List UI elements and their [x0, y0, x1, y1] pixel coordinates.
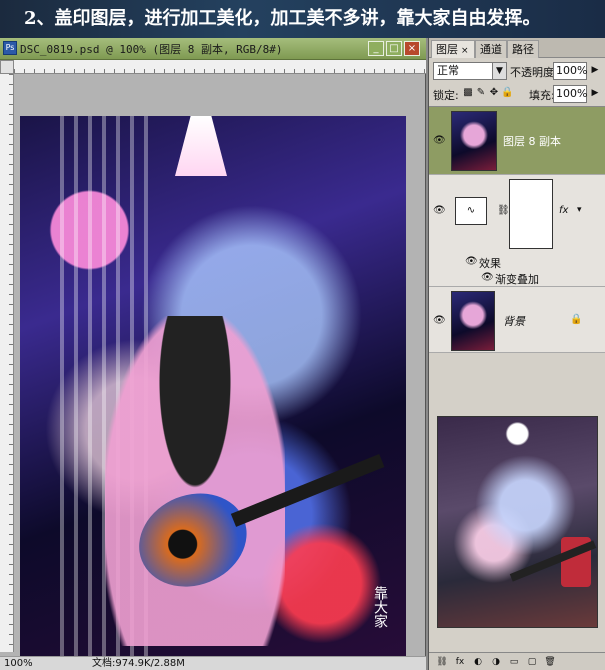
new-group-icon[interactable]: ▭: [507, 655, 521, 669]
document-titlebar[interactable]: Ps DSC_0819.psd @ 100% (图层 8 副本, RGB/8#)…: [0, 38, 426, 60]
vertical-ruler[interactable]: [0, 74, 14, 652]
tutorial-banner: 2、盖印图层，进行加工美化，加工美不多讲，靠大家自由发挥。: [0, 0, 605, 38]
fx-icon[interactable]: fx: [559, 205, 568, 216]
layers-panel: 图层 × 通道 路径 正常 ▼ 不透明度: 100% ▶ 锁定: ▩ ✎ ✥ 🔒 …: [428, 38, 605, 670]
tab-layers[interactable]: 图层 ×: [431, 40, 475, 58]
layer-thumbnail: [451, 111, 497, 171]
blend-mode-value: 正常: [437, 64, 459, 77]
status-bar: 100% 文档:974.9K/2.88M: [0, 656, 426, 670]
tab-channels[interactable]: 通道: [475, 40, 507, 58]
lock-icon: 🔒: [570, 314, 583, 325]
layers-footer: ⛓ fx ◐ ◑ ▭ ▢ 🗑: [429, 652, 605, 670]
new-layer-icon[interactable]: ▢: [525, 655, 539, 669]
adjustment-layer-icon[interactable]: ◑: [489, 655, 503, 669]
chevron-down-icon[interactable]: ▾: [577, 205, 582, 215]
trash-icon[interactable]: 🗑: [543, 655, 557, 669]
artwork: 靠大家: [20, 116, 406, 670]
fill-input[interactable]: 100%: [553, 85, 587, 103]
eye-icon[interactable]: 👁: [433, 315, 446, 327]
eye-icon[interactable]: 👁: [465, 256, 478, 268]
add-style-icon[interactable]: fx: [453, 655, 467, 669]
layer-item-adjustment[interactable]: 👁 ∿ ⛓ fx ▾ 👁 效果 👁 渐变叠加: [429, 175, 605, 287]
tab-layers-label: 图层: [436, 43, 458, 56]
layer-thumbnail: [451, 291, 495, 351]
gradient-overlay-label: 渐变叠加: [495, 273, 539, 286]
image-canvas[interactable]: 靠大家: [20, 116, 406, 670]
lock-label: 锁定:: [433, 89, 459, 102]
chevron-down-icon[interactable]: ▼: [492, 63, 506, 79]
zoom-level[interactable]: 100%: [4, 657, 33, 670]
psd-icon: Ps: [3, 41, 17, 55]
fill-label: 填充:: [529, 89, 555, 102]
link-layers-icon[interactable]: ⛓: [435, 655, 449, 669]
signature-watermark: 靠大家: [372, 586, 388, 628]
horizontal-ruler[interactable]: [14, 60, 426, 74]
lock-position-icon[interactable]: ✥: [488, 87, 500, 99]
lamp-shape: [175, 116, 227, 176]
effects-label: 效果: [479, 257, 501, 270]
lock-transparency-icon[interactable]: ▩: [462, 87, 474, 99]
preview-image: [437, 416, 598, 628]
lock-fill-row: 锁定: ▩ ✎ ✥ 🔒 填充: 100% ▶: [429, 84, 605, 104]
effects-row[interactable]: 👁 效果: [451, 255, 605, 270]
ruler-corner[interactable]: [0, 60, 14, 74]
blend-opacity-row: 正常 ▼ 不透明度: 100% ▶: [429, 60, 605, 82]
document-window: Ps DSC_0819.psd @ 100% (图层 8 副本, RGB/8#)…: [0, 38, 426, 670]
layer-name: 图层 8 副本: [503, 135, 561, 148]
panel-tabs: 图层 × 通道 路径: [429, 38, 605, 58]
document-size: 文档:974.9K/2.88M: [92, 658, 185, 669]
document-title: DSC_0819.psd @ 100% (图层 8 副本, RGB/8#): [20, 43, 283, 56]
opacity-input[interactable]: 100%: [553, 62, 587, 80]
opacity-arrow-icon[interactable]: ▶: [589, 62, 601, 80]
minimize-button[interactable]: _: [368, 41, 384, 56]
curves-adjustment-icon: ∿: [455, 197, 487, 225]
tab-paths[interactable]: 路径: [507, 40, 539, 58]
blend-mode-select[interactable]: 正常 ▼: [433, 62, 507, 80]
guitar-neck: [230, 453, 385, 527]
close-button[interactable]: ×: [404, 41, 420, 56]
chain-link-icon[interactable]: ⛓: [497, 205, 510, 216]
fill-arrow-icon[interactable]: ▶: [589, 85, 601, 103]
layer-name: 背景: [503, 315, 525, 328]
eye-icon[interactable]: 👁: [481, 272, 494, 284]
layer-item-top[interactable]: 👁 图层 8 副本: [429, 107, 605, 175]
tab-close-icon[interactable]: ×: [461, 46, 469, 56]
lock-all-icon[interactable]: 🔒: [501, 87, 513, 99]
opacity-label: 不透明度:: [510, 66, 558, 79]
eye-icon[interactable]: 👁: [433, 135, 446, 147]
eye-icon[interactable]: 👁: [433, 205, 446, 217]
gradient-overlay-row[interactable]: 👁 渐变叠加: [451, 271, 605, 286]
layer-item-background[interactable]: 👁 背景 🔒: [429, 287, 605, 353]
layer-mask-thumbnail[interactable]: [509, 179, 553, 249]
lock-pixels-icon[interactable]: ✎: [475, 87, 487, 99]
maximize-button[interactable]: □: [386, 41, 402, 56]
add-mask-icon[interactable]: ◐: [471, 655, 485, 669]
layers-list: 👁 图层 8 副本 👁 ∿ ⛓ fx ▾ 👁 效果 👁 渐变叠加 👁 背景 🔒: [429, 106, 605, 353]
